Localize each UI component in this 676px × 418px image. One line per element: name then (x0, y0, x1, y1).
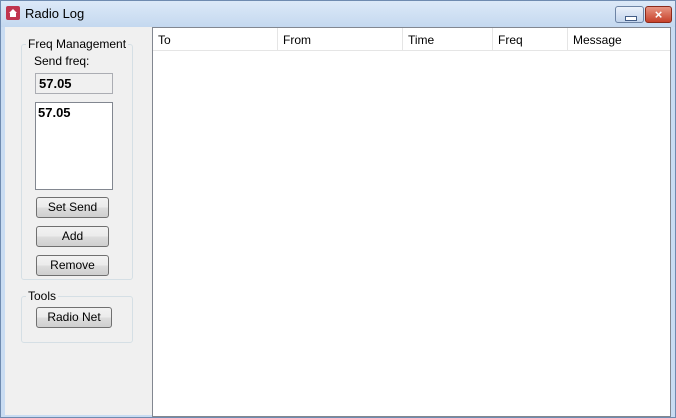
app-icon[interactable] (6, 6, 20, 20)
close-icon: × (654, 7, 663, 22)
freq-management-title: Freq Management (26, 37, 129, 51)
list-item[interactable]: 57.05 (38, 105, 112, 120)
set-send-button[interactable]: Set Send (36, 197, 109, 218)
column-header-time[interactable]: Time (403, 28, 493, 50)
minimize-button[interactable] (615, 6, 644, 23)
column-header-to[interactable]: To (153, 28, 278, 50)
radio-log-window: Radio Log × Freq Management Send freq: 5… (0, 0, 676, 418)
remove-button[interactable]: Remove (36, 255, 109, 276)
freq-list[interactable]: 57.05 (35, 102, 113, 190)
minimize-icon (625, 16, 637, 21)
send-freq-field: 57.05 (35, 73, 113, 94)
radio-net-button[interactable]: Radio Net (36, 307, 112, 328)
table-header: To From Time Freq Message (153, 28, 670, 51)
tools-title: Tools (26, 289, 59, 303)
title-bar[interactable]: Radio Log × (1, 1, 675, 27)
column-header-freq[interactable]: Freq (493, 28, 568, 50)
send-freq-label: Send freq: (34, 54, 90, 68)
close-button[interactable]: × (645, 6, 672, 23)
column-header-from[interactable]: From (278, 28, 403, 50)
window-title: Radio Log (25, 6, 85, 21)
column-header-message[interactable]: Message (568, 28, 670, 50)
add-button[interactable]: Add (36, 226, 109, 247)
log-table[interactable]: To From Time Freq Message (152, 27, 671, 417)
client-area: Freq Management Send freq: 57.05 57.05 S… (5, 27, 671, 417)
